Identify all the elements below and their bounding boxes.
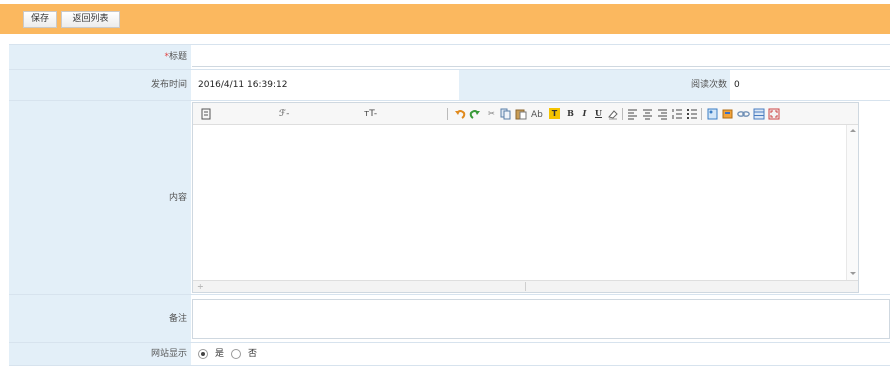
rich-text-editor: ℱ- тT- ✂ Ab T B I U ÷ — [192, 102, 859, 293]
read-count-label: 阅读次数 — [459, 70, 730, 100]
content-row: 内容 ℱ- тT- ✂ Ab T B I U ÷ — [9, 100, 890, 294]
save-button[interactable]: 保存 — [23, 11, 57, 28]
website-display-label: 网站显示 — [9, 343, 191, 365]
toolbar-separator — [701, 108, 702, 120]
note-row: 备注 — [9, 294, 890, 342]
insert-image-icon[interactable] — [707, 108, 719, 120]
toolbar-separator — [622, 108, 623, 120]
content-label: 内容 — [9, 101, 191, 294]
toolbar-separator — [447, 108, 448, 120]
publish-time-label: 发布时间 — [9, 70, 191, 100]
insert-media-icon[interactable] — [722, 108, 734, 120]
publish-time-row: 发布时间 2016/4/11 16:39:12 阅读次数 0 — [9, 69, 890, 100]
title-input[interactable] — [192, 48, 890, 67]
website-display-row: 网站显示 是 否 — [9, 342, 890, 366]
highlight-button[interactable]: T — [549, 108, 560, 119]
editor-statusbar: ÷ — [193, 280, 858, 292]
bold-button[interactable]: B — [565, 108, 576, 119]
font-size-dropdown[interactable]: тT- — [364, 108, 377, 120]
editor-scrollbar[interactable] — [846, 125, 858, 280]
undo-icon[interactable] — [454, 108, 466, 120]
publish-time-input[interactable]: 2016/4/11 16:39:12 — [198, 70, 287, 100]
fullscreen-icon[interactable] — [768, 108, 780, 120]
eraser-icon[interactable] — [607, 108, 619, 120]
paste-icon[interactable] — [515, 108, 527, 120]
unordered-list-icon[interactable] — [687, 108, 698, 120]
font-family-dropdown[interactable]: ℱ- — [279, 108, 289, 120]
table-icon[interactable] — [753, 108, 765, 120]
source-code-icon[interactable] — [201, 108, 211, 120]
link-icon[interactable] — [737, 108, 750, 120]
ordered-list-icon[interactable] — [672, 108, 683, 120]
title-row: *标题 — [9, 44, 890, 69]
align-right-icon[interactable] — [657, 108, 668, 120]
note-textarea[interactable] — [192, 299, 890, 339]
content-editor-area[interactable] — [193, 125, 846, 280]
align-left-icon[interactable] — [627, 108, 638, 120]
underline-button[interactable]: U — [593, 108, 604, 119]
back-to-list-button[interactable]: 返回列表 — [61, 11, 120, 28]
cut-icon[interactable]: ✂ — [486, 108, 497, 119]
editor-toolbar: ℱ- тT- ✂ Ab T B I U — [193, 103, 858, 125]
resize-handle-icon[interactable]: ÷ — [197, 281, 204, 292]
display-yes-label[interactable]: 是 — [215, 343, 224, 365]
align-center-icon[interactable] — [642, 108, 653, 120]
redo-icon[interactable] — [469, 108, 481, 120]
copy-icon[interactable] — [500, 108, 512, 120]
scroll-up-icon[interactable] — [850, 129, 856, 132]
note-label: 备注 — [9, 295, 191, 342]
top-toolbar: 保存 返回列表 — [0, 4, 890, 34]
title-label: *标题 — [9, 45, 191, 69]
display-no-label[interactable]: 否 — [248, 343, 257, 365]
display-no-radio[interactable] — [231, 349, 241, 359]
scroll-down-icon[interactable] — [850, 272, 856, 275]
read-count-input[interactable]: 0 — [734, 70, 740, 100]
text-color-button[interactable]: Ab — [531, 109, 543, 121]
display-yes-radio[interactable] — [198, 349, 208, 359]
statusbar-divider — [525, 282, 526, 291]
italic-button[interactable]: I — [579, 108, 590, 119]
edit-form: *标题 发布时间 2016/4/11 16:39:12 阅读次数 0 内容 ℱ-… — [9, 44, 890, 366]
